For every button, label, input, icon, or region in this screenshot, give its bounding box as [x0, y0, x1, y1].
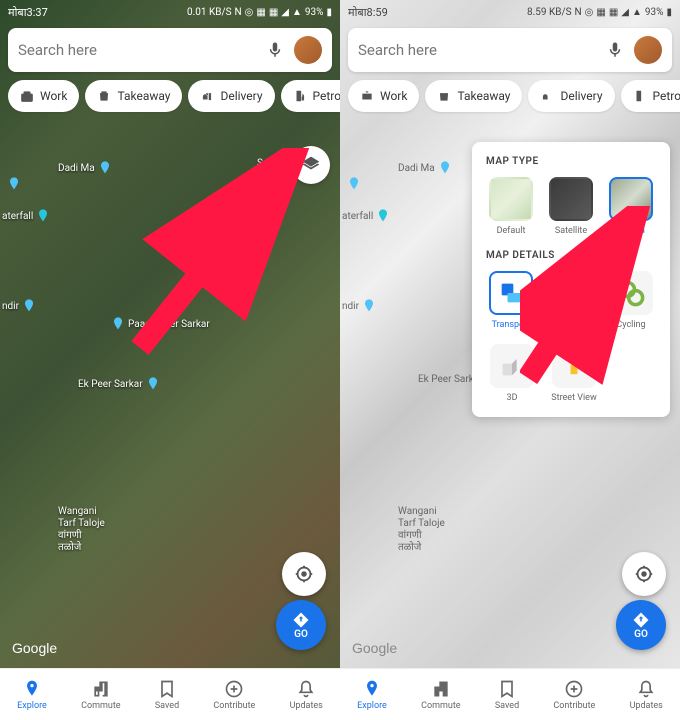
delivery-icon — [540, 89, 554, 103]
search-placeholder: Search here — [18, 41, 256, 59]
locate-button[interactable] — [282, 552, 326, 596]
building-icon — [431, 679, 451, 699]
go-button[interactable]: GO — [276, 600, 326, 650]
bottom-nav: Explore Commute Saved Contribute Updates — [0, 668, 340, 720]
nav-explore[interactable]: Explore — [17, 679, 47, 711]
pin-icon — [362, 679, 382, 699]
bell-icon — [296, 679, 316, 699]
map-label-dadi: Dadi Ma — [58, 158, 113, 178]
pin-icon — [110, 314, 126, 334]
pin-icon — [21, 296, 37, 316]
chip-delivery[interactable]: Delivery — [188, 80, 274, 112]
pin-icon — [35, 206, 51, 226]
nav-updates[interactable]: Updates — [630, 679, 663, 711]
chip-work[interactable]: Work — [8, 80, 79, 112]
takeaway-icon — [97, 89, 111, 103]
plus-circle-icon — [564, 679, 584, 699]
annotation-arrow — [130, 148, 310, 358]
pin-icon — [22, 679, 42, 699]
plus-circle-icon — [224, 679, 244, 699]
status-time: मोबा8:59 — [348, 5, 388, 20]
map-label-ek: Ek Peer Sarkar — [78, 374, 161, 394]
status-indicators: 8.59 KB/S N◎▦▦◢▲ 93%▮ — [527, 7, 672, 18]
pin-icon — [145, 374, 161, 394]
building-icon — [91, 679, 111, 699]
mic-icon[interactable] — [266, 41, 284, 59]
map-label-om — [6, 174, 22, 194]
bell-icon — [636, 679, 656, 699]
search-placeholder: Search here — [358, 41, 596, 59]
status-bar: मोबा8:59 8.59 KB/S N◎▦▦◢▲ 93%▮ — [340, 0, 680, 24]
pin-icon — [437, 158, 453, 178]
petrol-icon — [293, 89, 307, 103]
pin-icon — [6, 174, 22, 194]
locate-button[interactable] — [622, 552, 666, 596]
bookmark-icon — [157, 679, 177, 699]
map-label-waterfall: aterfall — [342, 206, 391, 226]
petrol-icon — [633, 89, 647, 103]
chip-delivery[interactable]: Delivery — [528, 80, 614, 112]
panel-heading-type: MAP TYPE — [486, 156, 656, 167]
brand-logo: Google — [12, 640, 57, 656]
brand-logo: Google — [352, 640, 397, 656]
chip-petrol[interactable]: Petrol — [621, 80, 680, 112]
briefcase-icon — [360, 89, 374, 103]
delivery-icon — [200, 89, 214, 103]
annotation-arrow — [520, 206, 660, 386]
status-bar: मोबा3:37 0.01 KB/S N◎▦▦◢▲ 93%▮ — [0, 0, 340, 24]
pin-icon — [97, 158, 113, 178]
nav-updates[interactable]: Updates — [290, 679, 323, 711]
map-label-ndir: ndir — [2, 296, 37, 316]
map-label-dadi: Dadi Ma — [398, 158, 453, 178]
status-indicators: 0.01 KB/S N◎▦▦◢▲ 93%▮ — [187, 7, 332, 18]
nav-explore[interactable]: Explore — [357, 679, 387, 711]
avatar[interactable] — [634, 36, 662, 64]
mic-icon[interactable] — [606, 41, 624, 59]
status-time: मोबा3:37 — [8, 5, 48, 20]
bookmark-icon — [497, 679, 517, 699]
category-chips: Work Takeaway Delivery Petrol — [340, 76, 680, 116]
go-button[interactable]: GO — [616, 600, 666, 650]
nav-saved[interactable]: Saved — [495, 679, 519, 711]
map-label-wangani: Wangani Tarf Taloje वांगणी तळोजे — [398, 506, 445, 554]
avatar[interactable] — [294, 36, 322, 64]
map-label-wangani: Wangani Tarf Taloje वांगणी तळोजे — [58, 506, 105, 554]
nav-contribute[interactable]: Contribute — [213, 679, 255, 711]
search-bar[interactable]: Search here — [348, 28, 672, 72]
directions-icon — [632, 611, 650, 629]
category-chips: Work Takeaway Delivery Petrol — [0, 76, 340, 116]
chip-takeaway[interactable]: Takeaway — [85, 80, 182, 112]
search-bar[interactable]: Search here — [8, 28, 332, 72]
nav-commute[interactable]: Commute — [81, 679, 120, 711]
locate-icon — [633, 563, 655, 585]
nav-saved[interactable]: Saved — [155, 679, 179, 711]
pin-icon — [375, 206, 391, 226]
briefcase-icon — [20, 89, 34, 103]
nav-commute[interactable]: Commute — [421, 679, 460, 711]
map-canvas[interactable]: Dadi Ma Savarol aterfall ndir Paach Peer… — [0, 116, 340, 668]
map-canvas[interactable]: Dadi Ma aterfall ndir Ek Peer Sarkar Wan… — [340, 116, 680, 668]
locate-icon — [293, 563, 315, 585]
chip-petrol[interactable]: Petrol — [281, 80, 340, 112]
chip-work[interactable]: Work — [348, 80, 419, 112]
map-label-waterfall: aterfall — [2, 206, 51, 226]
map-label-om — [346, 174, 362, 194]
pin-icon — [361, 296, 377, 316]
chip-takeaway[interactable]: Takeaway — [425, 80, 522, 112]
takeaway-icon — [437, 89, 451, 103]
directions-icon — [292, 611, 310, 629]
map-label-ndir: ndir — [342, 296, 377, 316]
nav-contribute[interactable]: Contribute — [553, 679, 595, 711]
bottom-nav: Explore Commute Saved Contribute Updates — [340, 668, 680, 720]
pin-icon — [346, 174, 362, 194]
